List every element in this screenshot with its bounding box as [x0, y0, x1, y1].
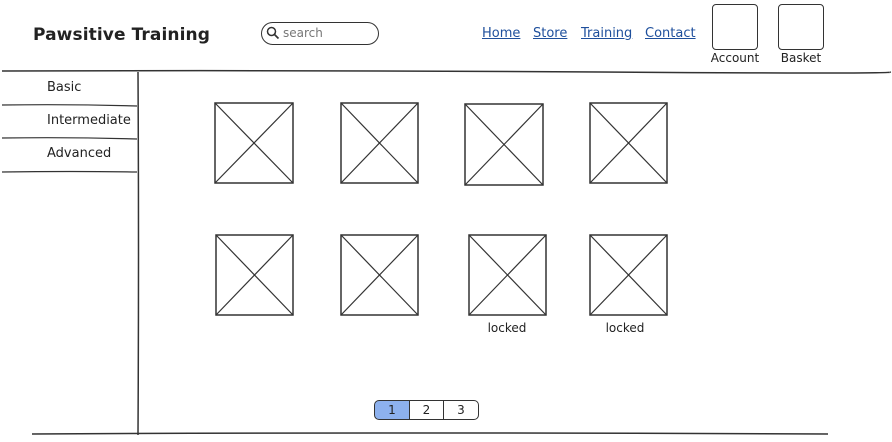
- locked-label: locked: [487, 321, 527, 335]
- search-icon: [266, 26, 280, 40]
- sidebar-item-basic[interactable]: Basic: [47, 80, 81, 95]
- nav-contact-link[interactable]: Contact: [645, 26, 696, 41]
- locked-label: locked: [605, 321, 645, 335]
- nav-training-link[interactable]: Training: [581, 26, 632, 41]
- nav-home-link[interactable]: Home: [482, 26, 520, 41]
- locked-thumbnail: [589, 234, 668, 316]
- sidebar-separator: [1, 170, 138, 173]
- product-thumbnail[interactable]: [589, 102, 668, 184]
- page-button-3[interactable]: 3: [443, 400, 479, 420]
- account-label[interactable]: Account: [705, 51, 765, 65]
- search-placeholder: search: [283, 26, 323, 40]
- page-button-2[interactable]: 2: [408, 400, 445, 420]
- pagination: 1 2 3: [374, 400, 479, 420]
- site-logo[interactable]: Pawsitive Training: [33, 25, 210, 45]
- locked-thumbnail: [468, 234, 547, 316]
- page-button-1[interactable]: 1: [374, 400, 410, 420]
- basket-icon[interactable]: [778, 4, 824, 50]
- search-input[interactable]: search: [261, 22, 379, 45]
- product-thumbnail[interactable]: [214, 102, 294, 184]
- product-thumbnail[interactable]: [340, 102, 419, 184]
- sidebar-divider: [137, 71, 140, 436]
- sidebar-item-intermediate[interactable]: Intermediate: [47, 113, 131, 128]
- account-icon[interactable]: [712, 4, 758, 50]
- header-divider: [1, 69, 891, 74]
- sidebar-item-advanced[interactable]: Advanced: [47, 146, 111, 161]
- product-thumbnail[interactable]: [340, 234, 419, 316]
- sidebar-separator: [1, 137, 138, 140]
- product-thumbnail[interactable]: [215, 234, 294, 316]
- sidebar-separator: [1, 104, 138, 107]
- layout-lines: [1, 69, 891, 436]
- footer-divider: [31, 432, 829, 435]
- product-thumbnail[interactable]: [464, 103, 544, 186]
- nav-store-link[interactable]: Store: [533, 26, 567, 41]
- basket-label[interactable]: Basket: [771, 51, 831, 65]
